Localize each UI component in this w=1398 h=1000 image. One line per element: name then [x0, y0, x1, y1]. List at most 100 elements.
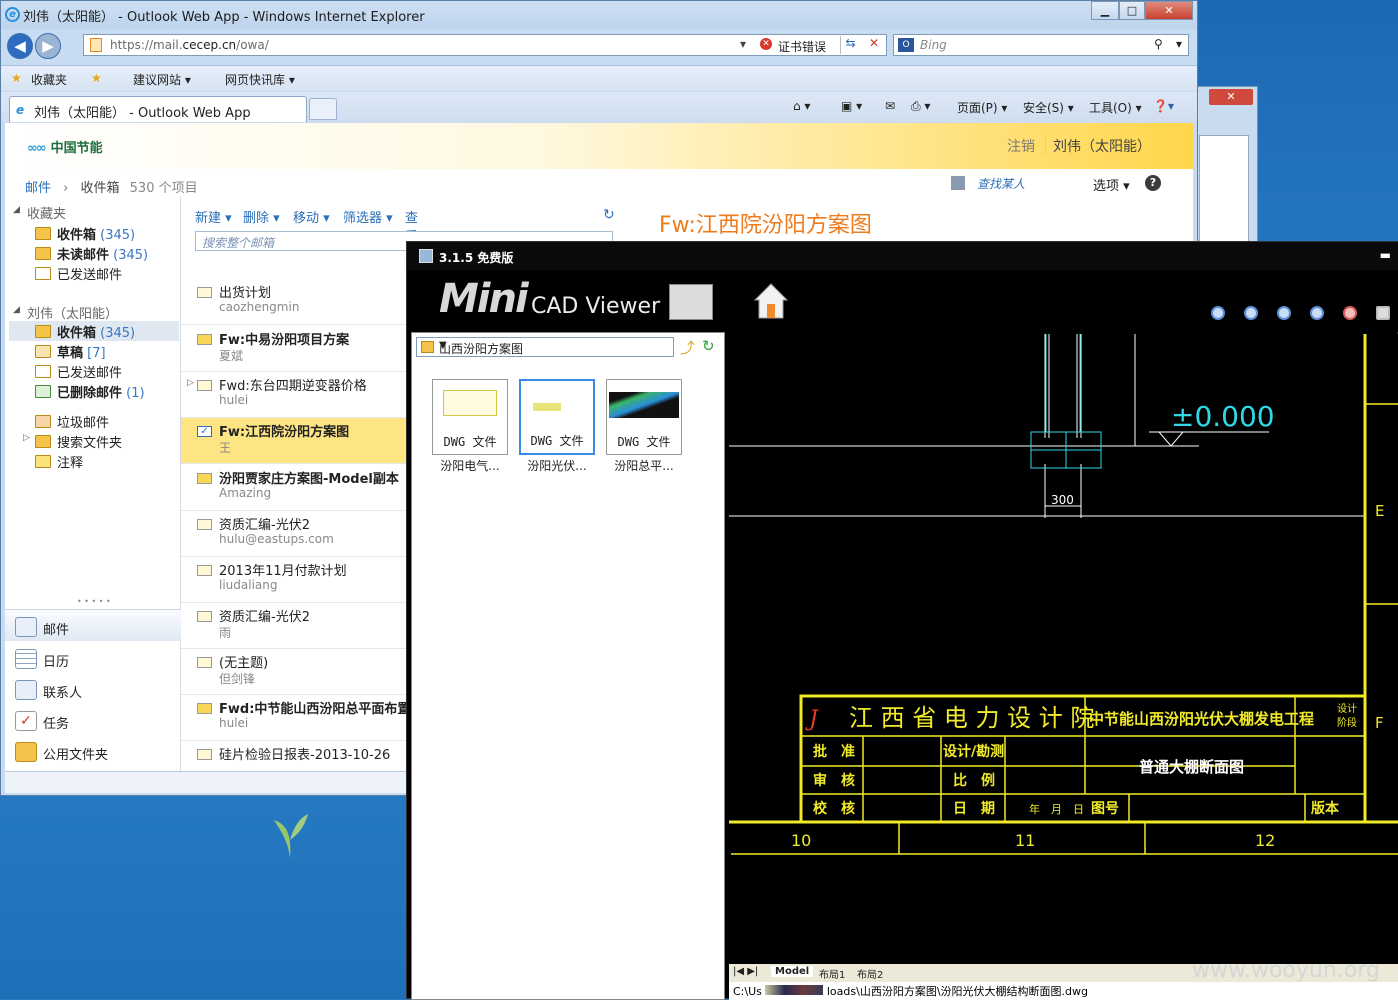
expand-icon[interactable]: ▷ [187, 378, 194, 388]
address-book-icon[interactable] [951, 176, 965, 190]
browse-button[interactable] [669, 284, 713, 320]
delete-button[interactable]: 删除 ▾ [243, 207, 280, 226]
close-button[interactable]: ✕ [1145, 1, 1193, 20]
web-slice-gallery[interactable]: 网页快讯库 ▾ [225, 71, 295, 88]
list-item[interactable]: Fwd:中节能山西汾阳总平面布置 hulei [181, 695, 421, 741]
file-thumbnail-selected[interactable]: DWG 文件 [519, 379, 595, 455]
home-icon[interactable]: ⌂ ▾ [793, 99, 810, 113]
folder-drafts[interactable]: 草稿 [7] [57, 342, 106, 361]
minimize-icon[interactable]: ▬ [1380, 248, 1391, 262]
tab-owa[interactable]: e 刘伟（太阳能） - Outlook Web App [9, 96, 307, 122]
zoom-extents-icon[interactable] [1310, 306, 1324, 320]
cad-title-bar: 3.1.5 免费版 ▬ [407, 242, 1398, 270]
module-public-folders[interactable]: 公用文件夹 [43, 744, 108, 763]
list-item[interactable]: 资质汇编-光伏2 hulu@eastups.com [181, 511, 421, 557]
add-favorite-icon[interactable]: ★ [91, 71, 102, 85]
background-window[interactable]: ✕ [1190, 86, 1258, 246]
list-item[interactable]: Fw:中易汾阳项目方案 夏斌 [181, 326, 421, 372]
folder-junk[interactable]: 垃圾邮件 [57, 412, 109, 431]
collapse-icon[interactable]: ◢ [13, 305, 20, 315]
page-menu[interactable]: 页面(P) ▾ [957, 99, 1007, 116]
module-tasks[interactable]: 任务 [43, 713, 69, 732]
minimize-button[interactable]: ▁ [1091, 1, 1119, 20]
breadcrumb-folder: 收件箱 [80, 181, 120, 196]
folder-inbox[interactable]: 收件箱 (345) [57, 322, 135, 341]
list-item[interactable]: 出货计划 caozhengmin [181, 279, 421, 325]
tab-model[interactable]: Model [771, 966, 814, 977]
folder-search[interactable]: 搜索文件夹 [57, 432, 122, 451]
splitter-dots[interactable]: • • • • • [77, 597, 111, 606]
tab-layout2[interactable]: 布局2 [857, 966, 883, 981]
folder-deleted[interactable]: 已删除邮件 (1) [57, 382, 145, 401]
suggested-sites[interactable]: 建议网站 ▾ [133, 71, 191, 88]
favorites-group[interactable]: 收藏夹 [27, 203, 66, 222]
mail-icon[interactable]: ✉ [885, 99, 895, 113]
user-name[interactable]: 刘伟（太阳能） [1053, 136, 1151, 156]
fav-inbox[interactable]: 收件箱 (345) [57, 224, 135, 243]
sign-out-link[interactable]: 注销 [1007, 136, 1035, 156]
close-icon[interactable]: ✕ [1209, 89, 1253, 105]
search-box[interactable]: O Bing ⚲ ▾ [893, 34, 1189, 56]
module-mail[interactable]: 邮件 [43, 619, 69, 638]
calendar-icon [15, 649, 37, 669]
cert-error-label[interactable]: 证书错误 [778, 38, 826, 55]
mailbox-group[interactable]: 刘伟（太阳能） [27, 303, 118, 322]
message-sender: 王 [219, 441, 232, 455]
options-menu[interactable]: 选项 ▾ [1093, 175, 1130, 194]
fav-unread[interactable]: 未读邮件 (345) [57, 244, 148, 263]
list-item-selected[interactable]: ✓ Fw:江西院汾阳方案图王 [181, 418, 421, 464]
zoom-out-icon[interactable] [1244, 306, 1258, 320]
list-item[interactable]: 资质汇编-光伏2 雨 [181, 603, 421, 649]
fav-sent[interactable]: 已发送邮件 [57, 264, 122, 283]
module-calendar[interactable]: 日历 [43, 651, 69, 670]
tab-layout1[interactable]: 布局1 [819, 966, 845, 981]
cad-drawing-canvas[interactable]: ±0.000 300 E F 10 11 12 J 江 西 省 电 力 设 计 … [729, 334, 1398, 964]
module-contacts[interactable]: 联系人 [43, 682, 82, 701]
file-thumbnail[interactable]: DWG 文件 [606, 379, 682, 455]
breadcrumb-mail[interactable]: 邮件 [25, 181, 51, 196]
new-tab-button[interactable] [309, 98, 337, 120]
favorites-button[interactable]: 收藏夹 [31, 71, 67, 88]
search-dropdown-icon[interactable]: ▾ [1176, 37, 1182, 51]
feeds-icon[interactable]: ▣ ▾ [841, 99, 862, 113]
refresh-icon[interactable]: ⇆ [840, 36, 860, 54]
file-thumbnail[interactable]: DWG 文件 [432, 379, 508, 455]
pan-icon[interactable] [1343, 306, 1357, 320]
folder-sent[interactable]: 已发送邮件 [57, 362, 122, 381]
folder-notes[interactable]: 注释 [57, 452, 83, 471]
maximize-button[interactable]: □ [1119, 1, 1145, 20]
expand-icon[interactable]: ▷ [23, 433, 30, 443]
refresh-icon[interactable]: ↻ [702, 337, 715, 355]
folder-select[interactable]: 山西汾阳方案图 ▼ [416, 337, 674, 357]
find-someone[interactable]: 查找某人 [977, 175, 1025, 192]
list-item[interactable]: (无主题) 但剑锋 [181, 649, 421, 695]
tools-menu[interactable]: 工具(O) ▾ [1089, 99, 1142, 116]
up-folder-icon[interactable]: ⤴ [680, 337, 695, 358]
stop-icon[interactable]: ✕ [864, 36, 884, 54]
collapse-icon[interactable]: ◢ [13, 205, 20, 215]
new-button[interactable]: 新建 ▾ [195, 207, 232, 226]
checkbox-icon[interactable]: ✓ [197, 426, 212, 437]
list-item[interactable]: ▷ Fwd:东台四期逆变器价格 hulei [181, 372, 421, 418]
search-icon[interactable]: ⚲ [1154, 37, 1163, 51]
print-icon[interactable]: ⎙ ▾ [911, 99, 930, 114]
forward-button[interactable]: ▶ [35, 33, 61, 59]
refresh-icon[interactable]: ↻ [603, 207, 615, 223]
layers-icon[interactable] [1376, 306, 1390, 320]
zoom-in-icon[interactable] [1211, 306, 1225, 320]
safety-menu[interactable]: 安全(S) ▾ [1023, 99, 1074, 116]
move-button[interactable]: 移动 ▾ [293, 207, 330, 226]
address-bar[interactable]: https://mail.cecep.cn/owa/ ▾ ✕ 证书错误 ⇆ ✕ [83, 34, 887, 56]
back-button[interactable]: ◀ [7, 33, 33, 59]
tab-nav-icon[interactable]: |◀ ▶| [733, 966, 758, 977]
help-icon[interactable]: ❓▾ [1153, 99, 1174, 113]
zoom-window-icon[interactable] [1277, 306, 1291, 320]
filter-button[interactable]: 筛选器 ▾ [343, 207, 393, 226]
list-item[interactable]: 汾阳贾家庄方案图-Model副本 Amazing [181, 465, 421, 511]
search-placeholder: 搜索整个邮箱 [202, 236, 275, 250]
address-dropdown-icon[interactable]: ▾ [740, 37, 746, 51]
home-icon[interactable] [753, 282, 789, 320]
owa-help-icon[interactable]: ? [1145, 175, 1161, 191]
window-title: 刘伟（太阳能） - Outlook Web App - Windows Inte… [23, 10, 425, 25]
list-item[interactable]: 2013年11月付款计划 liudaliang [181, 557, 421, 603]
